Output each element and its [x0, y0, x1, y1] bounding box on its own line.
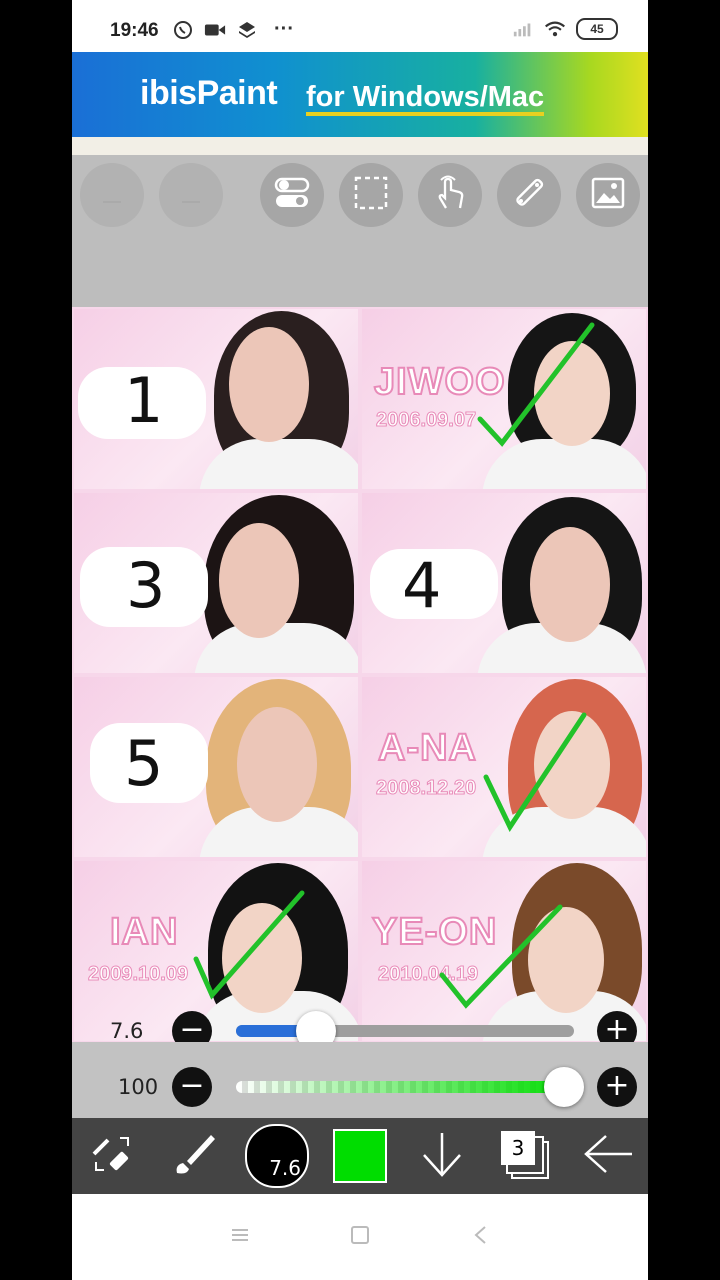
drawing-canvas[interactable]: 1 JIWOO 2006.09.07 3 4 5 A-NA 2008.12.20…: [72, 307, 648, 1042]
current-color-swatch: [333, 1129, 387, 1183]
bottom-toolbar: 7.6 3: [72, 1118, 648, 1194]
face-mask: [237, 707, 317, 822]
brush-size-slider-row: 7.6 − +: [72, 1006, 648, 1042]
undo-icon: [97, 178, 127, 213]
tool-swap-button[interactable]: [82, 1126, 142, 1186]
opacity-value: 100: [118, 1075, 159, 1099]
top-toolbar: [72, 155, 648, 307]
canvas-cell-1: 1: [74, 309, 358, 489]
canvas-cell-2: JIWOO 2006.09.07: [362, 309, 646, 489]
battery-icon: 45: [576, 18, 618, 40]
video-icon: [204, 19, 226, 41]
opacity-knob[interactable]: [544, 1067, 584, 1107]
undo-button[interactable]: [80, 163, 144, 227]
selection-button[interactable]: [339, 163, 403, 227]
brush-size-value: 7.6: [110, 1019, 144, 1042]
member-birthdate: 2006.09.07: [375, 409, 477, 432]
brush-icon: [169, 1129, 219, 1184]
more-icon: ···: [274, 18, 294, 40]
color-button[interactable]: [330, 1126, 390, 1186]
canvas-cell-4: 4: [362, 493, 646, 673]
brush-size-minus-button[interactable]: −: [172, 1011, 212, 1042]
system-back-button[interactable]: [460, 1222, 500, 1252]
layer-count: 3: [501, 1131, 535, 1165]
arrow-left-icon: [582, 1134, 634, 1179]
status-right: 45: [512, 18, 618, 40]
opacity-track[interactable]: [236, 1081, 574, 1093]
toggle-icon: [274, 176, 310, 215]
face-mask: [530, 527, 610, 642]
cell-number-label: 4: [402, 549, 442, 622]
banner-logo: ibisPaint: [140, 74, 278, 112]
redo-button[interactable]: [159, 163, 223, 227]
notification-icons: ···: [172, 18, 294, 41]
green-check-mark: [439, 904, 563, 1009]
toggle-button[interactable]: [260, 163, 324, 227]
download-button[interactable]: [412, 1126, 472, 1186]
cell-number-label: 5: [124, 727, 164, 800]
arrow-down-icon: [420, 1129, 464, 1184]
face-mask: [229, 327, 309, 442]
ad-banner[interactable]: ibisPaint for Windows/Mac: [72, 52, 648, 137]
brush-size-preview: 7.6: [245, 1124, 309, 1188]
redo-icon: [176, 178, 206, 213]
brush-size-display: 7.6: [269, 1156, 301, 1180]
whatsapp-icon: [172, 19, 194, 41]
layers-icon: [236, 19, 258, 41]
signal-icon: [512, 18, 534, 40]
canvas-cell-3: 3: [74, 493, 358, 673]
opacity-slider-row: 100 − +: [72, 1062, 648, 1112]
brush-size-knob[interactable]: [295, 1011, 336, 1042]
opacity-plus-button[interactable]: +: [597, 1067, 637, 1107]
selection-icon: [353, 175, 389, 216]
cell-number-label: 3: [126, 549, 166, 622]
cell-number-label: 1: [124, 364, 164, 437]
hand-touch-icon: [432, 174, 468, 217]
member-name: IAN: [109, 910, 179, 954]
back-button[interactable]: [578, 1126, 638, 1186]
member-birthdate: 2008.12.20: [375, 777, 477, 800]
canvas-cell-5: 5: [74, 677, 358, 857]
green-check-mark: [193, 890, 305, 1000]
reference-image-button[interactable]: [576, 163, 640, 227]
system-nav-bar: [72, 1194, 648, 1280]
menu-icon: [230, 1227, 250, 1248]
member-birthdate: 2009.10.09: [87, 963, 189, 986]
ruler-button[interactable]: [497, 163, 561, 227]
status-bar: 19:46 ··· 45: [72, 0, 648, 52]
brush-size-button[interactable]: 7.6: [245, 1124, 309, 1188]
gesture-button[interactable]: [418, 163, 482, 227]
image-icon: [590, 176, 626, 215]
opacity-minus-button[interactable]: −: [172, 1067, 212, 1107]
brush-size-plus-button[interactable]: +: [597, 1011, 637, 1042]
home-button[interactable]: [340, 1222, 380, 1252]
layers-icon: 3: [501, 1131, 551, 1181]
banner-subtitle: for Windows/Mac: [306, 82, 545, 116]
phone-screen: 19:46 ··· 45 ibisPaint for Windows/Mac 1…: [72, 0, 648, 1280]
recent-apps-button[interactable]: [220, 1222, 260, 1252]
banner-divider: [72, 137, 648, 157]
opacity-panel: 100 − +: [72, 1042, 648, 1118]
face-mask: [219, 523, 299, 638]
chevron-left-icon: [473, 1225, 487, 1250]
wifi-icon: [544, 18, 566, 40]
green-check-mark: [483, 712, 587, 833]
square-icon: [350, 1225, 370, 1250]
ruler-icon: [511, 175, 547, 216]
green-check-mark: [477, 322, 595, 447]
brush-eraser-swap-icon: [86, 1128, 138, 1185]
status-time: 19:46: [110, 20, 159, 41]
member-name: A-NA: [377, 726, 477, 770]
layers-button[interactable]: 3: [496, 1126, 556, 1186]
canvas-cell-6: A-NA 2008.12.20: [362, 677, 646, 857]
brush-tool-button[interactable]: [164, 1126, 224, 1186]
